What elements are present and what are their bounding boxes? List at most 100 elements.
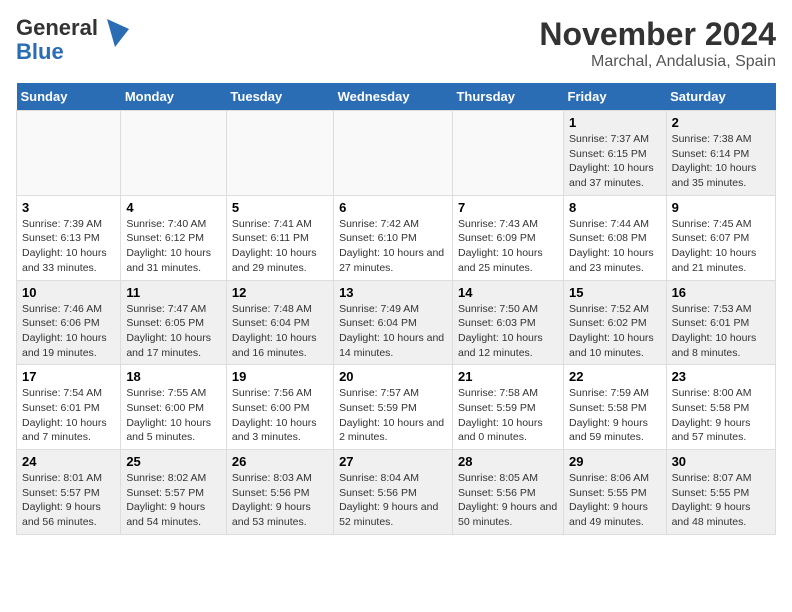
calendar-day-cell <box>226 111 333 196</box>
day-number: 19 <box>232 369 328 384</box>
day-number: 16 <box>672 285 770 300</box>
calendar-day-cell <box>17 111 121 196</box>
day-info: Sunrise: 7:46 AM Sunset: 6:06 PM Dayligh… <box>22 302 115 361</box>
calendar-day-cell: 16 Sunrise: 7:53 AM Sunset: 6:01 PM Dayli… <box>666 280 775 365</box>
logo-arrow-icon <box>107 19 129 47</box>
calendar-day-cell: 29Sunrise: 8:06 AM Sunset: 5:55 PM Dayli… <box>564 450 667 535</box>
calendar-day-cell: 28 Sunrise: 8:05 AM Sunset: 5:56 PM Dayli… <box>452 450 563 535</box>
calendar-day-cell: 7Sunrise: 7:43 AM Sunset: 6:09 PM Daylig… <box>452 195 563 280</box>
calendar-day-cell: 15 Sunrise: 7:52 AM Sunset: 6:02 PM Dayli… <box>564 280 667 365</box>
day-number: 22 <box>569 369 661 384</box>
day-info: Sunrise: 7:48 AM Sunset: 6:04 PM Dayligh… <box>232 302 328 361</box>
day-number: 12 <box>232 285 328 300</box>
page-title: November 2024 <box>539 16 776 53</box>
day-info: Sunrise: 7:43 AM Sunset: 6:09 PM Dayligh… <box>458 217 558 276</box>
day-info: Sunrise: 7:39 AM Sunset: 6:13 PM Dayligh… <box>22 217 115 276</box>
day-number: 5 <box>232 200 328 215</box>
day-number: 20 <box>339 369 447 384</box>
day-number: 1 <box>569 115 661 130</box>
calendar-day-cell: 25Sunrise: 8:02 AM Sunset: 5:57 PM Dayli… <box>121 450 227 535</box>
day-number: 6 <box>339 200 447 215</box>
day-info: Sunrise: 8:06 AM Sunset: 5:55 PM Dayligh… <box>569 471 661 530</box>
day-number: 3 <box>22 200 115 215</box>
calendar-day-cell: 2 Sunrise: 7:38 AM Sunset: 6:14 PM Daylig… <box>666 111 775 196</box>
day-number: 18 <box>126 369 221 384</box>
day-info: Sunrise: 7:47 AM Sunset: 6:05 PM Dayligh… <box>126 302 221 361</box>
day-info: Sunrise: 7:45 AM Sunset: 6:07 PM Dayligh… <box>672 217 770 276</box>
calendar-week-row: 17 Sunrise: 7:54 AM Sunset: 6:01 PM Dayli… <box>17 365 776 450</box>
day-info: Sunrise: 7:59 AM Sunset: 5:58 PM Dayligh… <box>569 386 661 445</box>
calendar-day-cell: 22 Sunrise: 7:59 AM Sunset: 5:58 PM Dayli… <box>564 365 667 450</box>
day-info: Sunrise: 7:50 AM Sunset: 6:03 PM Dayligh… <box>458 302 558 361</box>
day-info: Sunrise: 8:00 AM Sunset: 5:58 PM Dayligh… <box>672 386 770 445</box>
header-sunday: Sunday <box>17 83 121 111</box>
day-info: Sunrise: 7:49 AM Sunset: 6:04 PM Dayligh… <box>339 302 447 361</box>
calendar-day-cell: 21Sunrise: 7:58 AM Sunset: 5:59 PM Dayli… <box>452 365 563 450</box>
day-number: 14 <box>458 285 558 300</box>
calendar-day-cell: 27 Sunrise: 8:04 AM Sunset: 5:56 PM Dayli… <box>334 450 453 535</box>
day-info: Sunrise: 7:38 AM Sunset: 6:14 PM Dayligh… <box>672 132 770 191</box>
calendar-day-cell: 12 Sunrise: 7:48 AM Sunset: 6:04 PM Dayli… <box>226 280 333 365</box>
calendar-week-row: 24 Sunrise: 8:01 AM Sunset: 5:57 PM Dayli… <box>17 450 776 535</box>
calendar-day-cell: 24 Sunrise: 8:01 AM Sunset: 5:57 PM Dayli… <box>17 450 121 535</box>
day-info: Sunrise: 7:54 AM Sunset: 6:01 PM Dayligh… <box>22 386 115 445</box>
day-info: Sunrise: 7:52 AM Sunset: 6:02 PM Dayligh… <box>569 302 661 361</box>
day-number: 28 <box>458 454 558 469</box>
day-number: 15 <box>569 285 661 300</box>
calendar-day-cell: 6 Sunrise: 7:42 AM Sunset: 6:10 PM Daylig… <box>334 195 453 280</box>
day-number: 17 <box>22 369 115 384</box>
calendar-day-cell: 10 Sunrise: 7:46 AM Sunset: 6:06 PM Dayli… <box>17 280 121 365</box>
day-info: Sunrise: 8:04 AM Sunset: 5:56 PM Dayligh… <box>339 471 447 530</box>
day-number: 26 <box>232 454 328 469</box>
calendar-header-row: Sunday Monday Tuesday Wednesday Thursday… <box>17 83 776 111</box>
header-saturday: Saturday <box>666 83 775 111</box>
calendar-day-cell: 8 Sunrise: 7:44 AM Sunset: 6:08 PM Daylig… <box>564 195 667 280</box>
header-tuesday: Tuesday <box>226 83 333 111</box>
calendar-day-cell: 18Sunrise: 7:55 AM Sunset: 6:00 PM Dayli… <box>121 365 227 450</box>
day-number: 2 <box>672 115 770 130</box>
day-info: Sunrise: 8:03 AM Sunset: 5:56 PM Dayligh… <box>232 471 328 530</box>
calendar-day-cell: 3 Sunrise: 7:39 AM Sunset: 6:13 PM Daylig… <box>17 195 121 280</box>
day-info: Sunrise: 7:53 AM Sunset: 6:01 PM Dayligh… <box>672 302 770 361</box>
calendar-week-row: 1 Sunrise: 7:37 AM Sunset: 6:15 PM Daylig… <box>17 111 776 196</box>
day-number: 9 <box>672 200 770 215</box>
calendar-day-cell: 23 Sunrise: 8:00 AM Sunset: 5:58 PM Dayli… <box>666 365 775 450</box>
calendar-week-row: 10 Sunrise: 7:46 AM Sunset: 6:06 PM Dayli… <box>17 280 776 365</box>
title-block: November 2024 Marchal, Andalusia, Spain <box>539 16 776 71</box>
calendar-day-cell: 20 Sunrise: 7:57 AM Sunset: 5:59 PM Dayli… <box>334 365 453 450</box>
page-header: General Blue November 2024 Marchal, Anda… <box>16 16 776 71</box>
day-info: Sunrise: 8:02 AM Sunset: 5:57 PM Dayligh… <box>126 471 221 530</box>
day-info: Sunrise: 7:58 AM Sunset: 5:59 PM Dayligh… <box>458 386 558 445</box>
calendar-day-cell: 9 Sunrise: 7:45 AM Sunset: 6:07 PM Daylig… <box>666 195 775 280</box>
header-wednesday: Wednesday <box>334 83 453 111</box>
page-subtitle: Marchal, Andalusia, Spain <box>539 53 776 71</box>
day-info: Sunrise: 8:01 AM Sunset: 5:57 PM Dayligh… <box>22 471 115 530</box>
day-number: 30 <box>672 454 770 469</box>
calendar-day-cell: 17 Sunrise: 7:54 AM Sunset: 6:01 PM Dayli… <box>17 365 121 450</box>
calendar-day-cell: 26 Sunrise: 8:03 AM Sunset: 5:56 PM Dayli… <box>226 450 333 535</box>
day-number: 11 <box>126 285 221 300</box>
day-number: 24 <box>22 454 115 469</box>
calendar-day-cell: 5 Sunrise: 7:41 AM Sunset: 6:11 PM Daylig… <box>226 195 333 280</box>
day-info: Sunrise: 7:44 AM Sunset: 6:08 PM Dayligh… <box>569 217 661 276</box>
day-info: Sunrise: 7:37 AM Sunset: 6:15 PM Dayligh… <box>569 132 661 191</box>
calendar-day-cell: 1 Sunrise: 7:37 AM Sunset: 6:15 PM Daylig… <box>564 111 667 196</box>
day-number: 23 <box>672 369 770 384</box>
day-number: 27 <box>339 454 447 469</box>
day-number: 10 <box>22 285 115 300</box>
calendar-day-cell: 11 Sunrise: 7:47 AM Sunset: 6:05 PM Dayli… <box>121 280 227 365</box>
calendar-day-cell <box>121 111 227 196</box>
day-info: Sunrise: 7:57 AM Sunset: 5:59 PM Dayligh… <box>339 386 447 445</box>
calendar-day-cell: 13Sunrise: 7:49 AM Sunset: 6:04 PM Dayli… <box>334 280 453 365</box>
header-monday: Monday <box>121 83 227 111</box>
day-info: Sunrise: 7:42 AM Sunset: 6:10 PM Dayligh… <box>339 217 447 276</box>
header-thursday: Thursday <box>452 83 563 111</box>
day-number: 8 <box>569 200 661 215</box>
day-info: Sunrise: 8:05 AM Sunset: 5:56 PM Dayligh… <box>458 471 558 530</box>
day-number: 4 <box>126 200 221 215</box>
calendar-day-cell: 19Sunrise: 7:56 AM Sunset: 6:00 PM Dayli… <box>226 365 333 450</box>
day-info: Sunrise: 7:41 AM Sunset: 6:11 PM Dayligh… <box>232 217 328 276</box>
calendar-day-cell: 30Sunrise: 8:07 AM Sunset: 5:55 PM Dayli… <box>666 450 775 535</box>
logo-line2: Blue <box>16 40 64 64</box>
calendar-day-cell: 4Sunrise: 7:40 AM Sunset: 6:12 PM Daylig… <box>121 195 227 280</box>
